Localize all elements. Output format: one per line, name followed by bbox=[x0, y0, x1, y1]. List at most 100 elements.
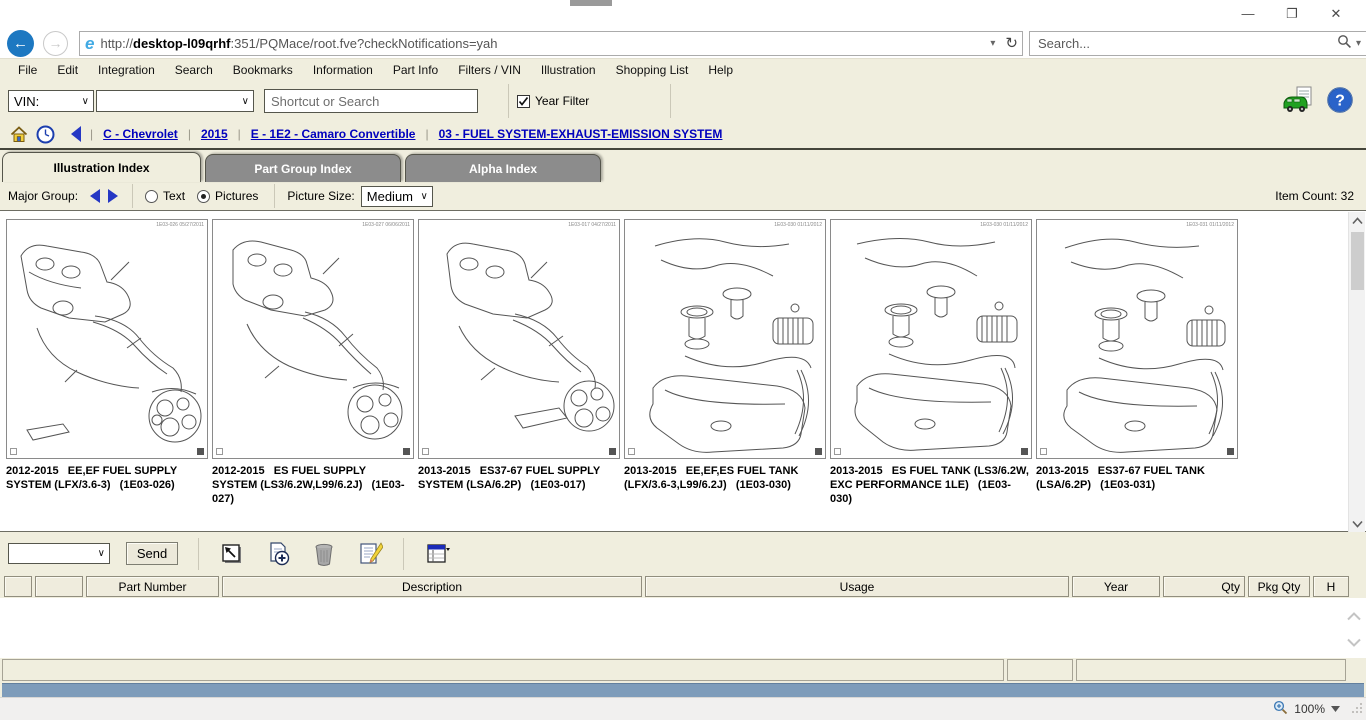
pop-out-icon[interactable] bbox=[219, 541, 245, 567]
vehicle-report-icon[interactable] bbox=[1282, 85, 1316, 120]
column-header-h[interactable]: H bbox=[1313, 576, 1349, 597]
menu-shopping-list[interactable]: Shopping List bbox=[606, 63, 699, 77]
breadcrumb: | C - Chevrolet | 2015 | E - 1E2 - Camar… bbox=[0, 120, 1366, 150]
refresh-icon[interactable]: ↻ bbox=[1005, 34, 1018, 52]
chevron-down-icon: ∨ bbox=[82, 96, 89, 107]
tab-illustration-index[interactable]: Illustration Index bbox=[2, 152, 201, 182]
delete-trash-icon[interactable] bbox=[311, 541, 337, 567]
fuel-tank-drawing bbox=[625, 220, 825, 458]
browser-forward-button[interactable]: → bbox=[43, 31, 68, 56]
menu-search[interactable]: Search bbox=[165, 63, 223, 77]
vehicle-dropdown[interactable]: ∨ bbox=[96, 90, 254, 112]
toolbar-separator bbox=[198, 538, 199, 570]
menu-information[interactable]: Information bbox=[303, 63, 383, 77]
major-group-next-icon[interactable] bbox=[108, 189, 118, 203]
fuel-supply-drawing bbox=[213, 220, 413, 458]
thumb-corner-marker bbox=[834, 448, 841, 455]
column-header-blank[interactable] bbox=[4, 576, 32, 597]
help-icon[interactable]: ? bbox=[1326, 86, 1354, 119]
send-button[interactable]: Send bbox=[126, 542, 178, 565]
home-icon[interactable] bbox=[10, 126, 28, 143]
breadcrumb-year[interactable]: 2015 bbox=[201, 127, 228, 141]
breadcrumb-separator: | bbox=[425, 127, 428, 141]
picture-size-label: Picture Size: bbox=[287, 189, 354, 203]
illustration-thumbnail: 1E03-017 04/27/2011 2013-2015 ES37-67 FU… bbox=[418, 219, 620, 492]
scroll-down-icon[interactable] bbox=[1347, 634, 1361, 652]
grid-scrollbar[interactable] bbox=[1348, 212, 1365, 532]
illustration-thumbnail: 1E03-026 05/27/2011 2012-2015 EE,EF FUEL… bbox=[6, 219, 208, 492]
breadcrumb-make[interactable]: C - Chevrolet bbox=[103, 127, 178, 141]
send-queue-dropdown[interactable]: ∨ bbox=[8, 543, 110, 564]
chevron-down-icon: ∨ bbox=[420, 191, 427, 202]
shortcut-search-input[interactable]: Shortcut or Search bbox=[264, 89, 478, 113]
column-header-qty[interactable]: Qty bbox=[1163, 576, 1245, 597]
scrollbar-thumb[interactable] bbox=[1351, 232, 1364, 290]
menu-help[interactable]: Help bbox=[698, 63, 743, 77]
accent-bar bbox=[2, 683, 1364, 697]
illustration-image[interactable]: 1E03-030 01/11/2012 bbox=[624, 219, 826, 459]
index-toolbar: Major Group: Text Pictures Picture Size:… bbox=[0, 182, 1366, 210]
scroll-up-icon[interactable] bbox=[1347, 608, 1361, 626]
tab-part-group-index[interactable]: Part Group Index bbox=[205, 154, 401, 182]
illustration-image[interactable]: 1E03-026 05/27/2011 bbox=[6, 219, 208, 459]
item-count: Item Count: 32 bbox=[1275, 189, 1354, 203]
browser-back-button[interactable]: ← bbox=[7, 30, 34, 57]
search-placeholder: Search... bbox=[1038, 36, 1090, 51]
address-bar[interactable]: e http://desktop-l09qrhf:351/PQMace/root… bbox=[79, 31, 1023, 56]
browser-search-box[interactable]: Search... ▾ bbox=[1029, 31, 1366, 56]
pictures-radio[interactable] bbox=[197, 190, 210, 203]
scroll-up-icon[interactable] bbox=[1349, 212, 1366, 229]
column-header-description[interactable]: Description bbox=[222, 576, 642, 597]
thumb-corner-marker bbox=[422, 448, 429, 455]
edit-note-icon[interactable] bbox=[357, 541, 383, 567]
breadcrumb-model[interactable]: E - 1E2 - Camaro Convertible bbox=[251, 127, 416, 141]
menu-integration[interactable]: Integration bbox=[88, 63, 165, 77]
svg-text:?: ? bbox=[1335, 93, 1345, 110]
illustration-image[interactable]: 1E03-031 01/11/2012 bbox=[1036, 219, 1238, 459]
column-settings-icon[interactable] bbox=[424, 541, 450, 567]
menu-edit[interactable]: Edit bbox=[47, 63, 88, 77]
vin-dropdown[interactable]: VIN: ∨ bbox=[8, 90, 94, 112]
scroll-down-icon[interactable] bbox=[1349, 515, 1366, 532]
search-icon[interactable] bbox=[1337, 34, 1352, 52]
year-filter-checkbox[interactable] bbox=[517, 95, 530, 108]
column-header-pkg-qty[interactable]: Pkg Qty bbox=[1248, 576, 1310, 597]
search-dropdown-icon[interactable]: ▾ bbox=[1356, 38, 1361, 49]
menu-part-info[interactable]: Part Info bbox=[383, 63, 448, 77]
column-header-usage[interactable]: Usage bbox=[645, 576, 1069, 597]
zoom-control[interactable]: 100% bbox=[1273, 700, 1340, 718]
minimize-button[interactable]: — bbox=[1226, 0, 1270, 28]
close-button[interactable]: ✕ bbox=[1314, 0, 1358, 28]
menu-bookmarks[interactable]: Bookmarks bbox=[223, 63, 303, 77]
menu-file[interactable]: File bbox=[8, 63, 47, 77]
thumb-corner-marker bbox=[197, 448, 204, 455]
history-clock-icon[interactable] bbox=[36, 125, 55, 144]
url-dropdown-icon[interactable]: ▾ bbox=[990, 38, 995, 49]
illustration-image[interactable]: 1E03-027 06/06/2011 bbox=[212, 219, 414, 459]
resize-grip[interactable] bbox=[1351, 702, 1363, 717]
parts-table-body bbox=[0, 598, 1366, 658]
menu-filters-vin[interactable]: Filters / VIN bbox=[448, 63, 531, 77]
menu-illustration[interactable]: Illustration bbox=[531, 63, 606, 77]
column-header-blank[interactable] bbox=[35, 576, 83, 597]
illustration-image[interactable]: 1E03-017 04/27/2011 bbox=[418, 219, 620, 459]
zoom-dropdown-icon[interactable] bbox=[1331, 706, 1340, 712]
tab-alpha-index[interactable]: Alpha Index bbox=[405, 154, 601, 182]
breadcrumb-back-icon[interactable] bbox=[69, 125, 82, 143]
column-header-year[interactable]: Year bbox=[1072, 576, 1160, 597]
year-filter[interactable]: Year Filter bbox=[517, 94, 589, 108]
add-document-icon[interactable] bbox=[265, 541, 291, 567]
chevron-down-icon: ∨ bbox=[242, 96, 249, 107]
breadcrumb-separator: | bbox=[238, 127, 241, 141]
text-radio-label[interactable]: Text bbox=[163, 189, 185, 203]
pictures-radio-label[interactable]: Pictures bbox=[215, 189, 258, 203]
text-radio[interactable] bbox=[145, 190, 158, 203]
major-group-prev-icon[interactable] bbox=[90, 189, 100, 203]
breadcrumb-group[interactable]: 03 - FUEL SYSTEM-EXHAUST-EMISSION SYSTEM bbox=[439, 127, 723, 141]
illustration-caption: 2013-2015 ES37-67 FUEL TANK (LSA/6.2P) (… bbox=[1036, 464, 1238, 492]
maximize-button[interactable]: ❐ bbox=[1270, 0, 1314, 28]
url-text: http://desktop-l09qrhf:351/PQMace/root.f… bbox=[100, 36, 497, 51]
illustration-image[interactable]: 1E03-030 01/11/2012 bbox=[830, 219, 1032, 459]
column-header-part-number[interactable]: Part Number bbox=[86, 576, 219, 597]
picture-size-dropdown[interactable]: Medium ∨ bbox=[361, 186, 433, 207]
